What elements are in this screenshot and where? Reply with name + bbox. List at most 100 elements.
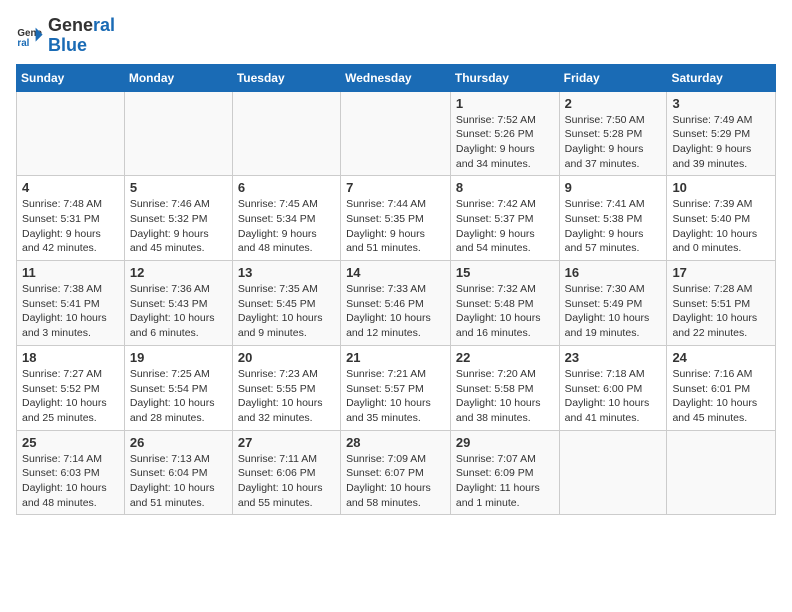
day-number: 15 bbox=[456, 265, 554, 280]
day-header-tuesday: Tuesday bbox=[232, 64, 340, 91]
calendar-cell: 1 Sunrise: 7:52 AMSunset: 5:26 PMDaylight… bbox=[450, 91, 559, 176]
day-info: Sunrise: 7:07 AMSunset: 6:09 PMDaylight:… bbox=[456, 452, 554, 511]
calendar-cell: 6 Sunrise: 7:45 AMSunset: 5:34 PMDaylight… bbox=[232, 176, 340, 261]
day-number: 28 bbox=[346, 435, 445, 450]
day-number: 25 bbox=[22, 435, 119, 450]
day-number: 22 bbox=[456, 350, 554, 365]
day-info: Sunrise: 7:20 AMSunset: 5:58 PMDaylight:… bbox=[456, 367, 554, 426]
page-header: Gene ral GeneralBlue bbox=[16, 16, 776, 56]
calendar-cell bbox=[232, 91, 340, 176]
day-number: 10 bbox=[672, 180, 770, 195]
calendar-cell: 24Sunrise: 7:16 AMSunset: 6:01 PMDayligh… bbox=[667, 345, 776, 430]
calendar-cell: 25 Sunrise: 7:14 AMSunset: 6:03 PMDayligh… bbox=[17, 430, 125, 515]
day-info: Sunrise: 7:23 AMSunset: 5:55 PMDaylight:… bbox=[238, 367, 335, 426]
day-info: Sunrise: 7:13 AMSunset: 6:04 PMDaylight:… bbox=[130, 452, 227, 511]
day-number: 9 bbox=[565, 180, 662, 195]
day-number: 1 bbox=[456, 96, 554, 111]
day-number: 6 bbox=[238, 180, 335, 195]
day-info: Sunrise: 7:33 AMSunset: 5:46 PMDaylight:… bbox=[346, 282, 445, 341]
svg-text:ral: ral bbox=[17, 38, 29, 49]
day-number: 16 bbox=[565, 265, 662, 280]
day-number: 12 bbox=[130, 265, 227, 280]
day-info: Sunrise: 7:46 AMSunset: 5:32 PMDaylight:… bbox=[130, 197, 227, 256]
day-number: 20 bbox=[238, 350, 335, 365]
day-info: Sunrise: 7:32 AMSunset: 5:48 PMDaylight:… bbox=[456, 282, 554, 341]
day-header-sunday: Sunday bbox=[17, 64, 125, 91]
calendar-cell bbox=[667, 430, 776, 515]
day-info: Sunrise: 7:14 AMSunset: 6:03 PMDaylight:… bbox=[22, 452, 119, 511]
calendar-header-row: SundayMondayTuesdayWednesdayThursdayFrid… bbox=[17, 64, 776, 91]
calendar-table: SundayMondayTuesdayWednesdayThursdayFrid… bbox=[16, 64, 776, 516]
calendar-cell: 19 Sunrise: 7:25 AMSunset: 5:54 PMDayligh… bbox=[124, 345, 232, 430]
calendar-cell: 7 Sunrise: 7:44 AMSunset: 5:35 PMDaylight… bbox=[341, 176, 451, 261]
day-info: Sunrise: 7:49 AMSunset: 5:29 PMDaylight:… bbox=[672, 113, 770, 172]
day-number: 29 bbox=[456, 435, 554, 450]
week-row-5: 25 Sunrise: 7:14 AMSunset: 6:03 PMDayligh… bbox=[17, 430, 776, 515]
day-number: 4 bbox=[22, 180, 119, 195]
calendar-cell: 17 Sunrise: 7:28 AMSunset: 5:51 PMDayligh… bbox=[667, 261, 776, 346]
day-info: Sunrise: 7:27 AMSunset: 5:52 PMDaylight:… bbox=[22, 367, 119, 426]
day-info: Sunrise: 7:11 AMSunset: 6:06 PMDaylight:… bbox=[238, 452, 335, 511]
day-number: 24 bbox=[672, 350, 770, 365]
calendar-cell: 11 Sunrise: 7:38 AMSunset: 5:41 PMDayligh… bbox=[17, 261, 125, 346]
calendar-cell: 8Sunrise: 7:42 AMSunset: 5:37 PMDaylight… bbox=[450, 176, 559, 261]
calendar-cell bbox=[559, 430, 667, 515]
calendar-cell: 26 Sunrise: 7:13 AMSunset: 6:04 PMDayligh… bbox=[124, 430, 232, 515]
day-number: 5 bbox=[130, 180, 227, 195]
day-header-saturday: Saturday bbox=[667, 64, 776, 91]
calendar-cell bbox=[124, 91, 232, 176]
day-number: 23 bbox=[565, 350, 662, 365]
calendar-cell: 4 Sunrise: 7:48 AMSunset: 5:31 PMDaylight… bbox=[17, 176, 125, 261]
day-number: 18 bbox=[22, 350, 119, 365]
day-header-monday: Monday bbox=[124, 64, 232, 91]
calendar-cell: 10Sunrise: 7:39 AMSunset: 5:40 PMDayligh… bbox=[667, 176, 776, 261]
day-number: 17 bbox=[672, 265, 770, 280]
day-info: Sunrise: 7:35 AMSunset: 5:45 PMDaylight:… bbox=[238, 282, 335, 341]
calendar-cell: 15 Sunrise: 7:32 AMSunset: 5:48 PMDayligh… bbox=[450, 261, 559, 346]
calendar-cell: 2Sunrise: 7:50 AMSunset: 5:28 PMDaylight… bbox=[559, 91, 667, 176]
day-info: Sunrise: 7:25 AMSunset: 5:54 PMDaylight:… bbox=[130, 367, 227, 426]
calendar-cell bbox=[17, 91, 125, 176]
calendar-cell: 13Sunrise: 7:35 AMSunset: 5:45 PMDayligh… bbox=[232, 261, 340, 346]
day-number: 21 bbox=[346, 350, 445, 365]
day-number: 3 bbox=[672, 96, 770, 111]
day-number: 8 bbox=[456, 180, 554, 195]
day-info: Sunrise: 7:41 AMSunset: 5:38 PMDaylight:… bbox=[565, 197, 662, 256]
logo-icon: Gene ral bbox=[16, 22, 44, 50]
day-info: Sunrise: 7:52 AMSunset: 5:26 PMDaylight:… bbox=[456, 113, 554, 172]
day-info: Sunrise: 7:30 AMSunset: 5:49 PMDaylight:… bbox=[565, 282, 662, 341]
calendar-cell: 12Sunrise: 7:36 AMSunset: 5:43 PMDayligh… bbox=[124, 261, 232, 346]
day-info: Sunrise: 7:28 AMSunset: 5:51 PMDaylight:… bbox=[672, 282, 770, 341]
calendar-body: 1 Sunrise: 7:52 AMSunset: 5:26 PMDaylight… bbox=[17, 91, 776, 515]
calendar-cell: 23Sunrise: 7:18 AMSunset: 6:00 PMDayligh… bbox=[559, 345, 667, 430]
day-header-wednesday: Wednesday bbox=[341, 64, 451, 91]
day-info: Sunrise: 7:45 AMSunset: 5:34 PMDaylight:… bbox=[238, 197, 335, 256]
day-number: 26 bbox=[130, 435, 227, 450]
day-info: Sunrise: 7:21 AMSunset: 5:57 PMDaylight:… bbox=[346, 367, 445, 426]
day-number: 7 bbox=[346, 180, 445, 195]
calendar-cell: 22 Sunrise: 7:20 AMSunset: 5:58 PMDayligh… bbox=[450, 345, 559, 430]
calendar-cell: 29 Sunrise: 7:07 AMSunset: 6:09 PMDayligh… bbox=[450, 430, 559, 515]
calendar-cell bbox=[341, 91, 451, 176]
logo: Gene ral GeneralBlue bbox=[16, 16, 115, 56]
day-info: Sunrise: 7:09 AMSunset: 6:07 PMDaylight:… bbox=[346, 452, 445, 511]
calendar-cell: 20 Sunrise: 7:23 AMSunset: 5:55 PMDayligh… bbox=[232, 345, 340, 430]
week-row-4: 18 Sunrise: 7:27 AMSunset: 5:52 PMDayligh… bbox=[17, 345, 776, 430]
calendar-cell: 16 Sunrise: 7:30 AMSunset: 5:49 PMDayligh… bbox=[559, 261, 667, 346]
calendar-cell: 27 Sunrise: 7:11 AMSunset: 6:06 PMDayligh… bbox=[232, 430, 340, 515]
calendar-cell: 5 Sunrise: 7:46 AMSunset: 5:32 PMDaylight… bbox=[124, 176, 232, 261]
day-number: 27 bbox=[238, 435, 335, 450]
calendar-cell: 18 Sunrise: 7:27 AMSunset: 5:52 PMDayligh… bbox=[17, 345, 125, 430]
week-row-1: 1 Sunrise: 7:52 AMSunset: 5:26 PMDaylight… bbox=[17, 91, 776, 176]
day-info: Sunrise: 7:50 AMSunset: 5:28 PMDaylight:… bbox=[565, 113, 662, 172]
day-info: Sunrise: 7:44 AMSunset: 5:35 PMDaylight:… bbox=[346, 197, 445, 256]
logo-text: GeneralBlue bbox=[48, 16, 115, 56]
week-row-2: 4 Sunrise: 7:48 AMSunset: 5:31 PMDaylight… bbox=[17, 176, 776, 261]
calendar-cell: 9 Sunrise: 7:41 AMSunset: 5:38 PMDaylight… bbox=[559, 176, 667, 261]
day-info: Sunrise: 7:38 AMSunset: 5:41 PMDaylight:… bbox=[22, 282, 119, 341]
day-info: Sunrise: 7:48 AMSunset: 5:31 PMDaylight:… bbox=[22, 197, 119, 256]
calendar-cell: 3 Sunrise: 7:49 AMSunset: 5:29 PMDaylight… bbox=[667, 91, 776, 176]
day-number: 11 bbox=[22, 265, 119, 280]
day-header-friday: Friday bbox=[559, 64, 667, 91]
day-number: 19 bbox=[130, 350, 227, 365]
